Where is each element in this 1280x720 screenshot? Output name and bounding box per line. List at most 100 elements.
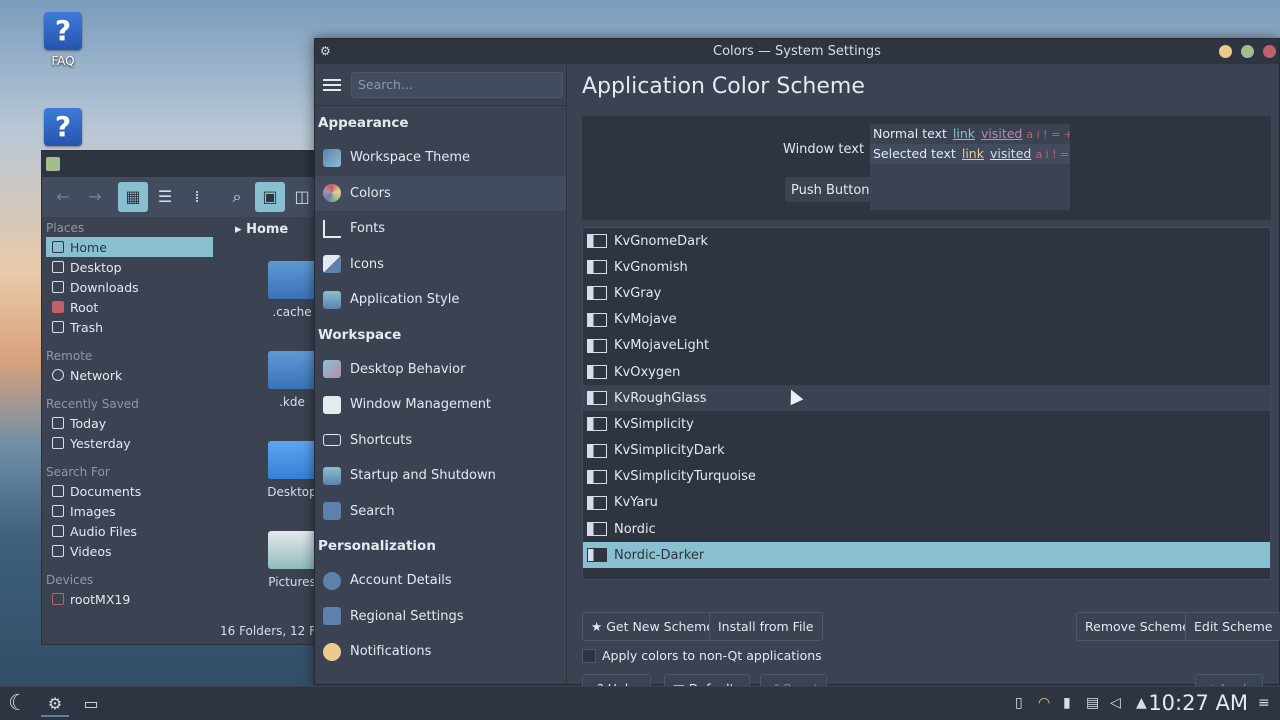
apply-non-qt-checkbox[interactable]	[582, 649, 596, 663]
scheme-item[interactable]: KvRoughGlass	[583, 385, 1270, 412]
search-documents[interactable]: Documents	[46, 481, 213, 501]
preview-icon[interactable]: ▣	[255, 182, 285, 212]
sidebar-item-colors[interactable]: Colors	[315, 175, 566, 211]
scheme-item[interactable]: KvSimplicityTurquoise	[583, 464, 1270, 490]
scheme-list[interactable]: KvGnomeDark KvGnomish KvGray KvMojave KvMoja…	[582, 227, 1271, 580]
scheme-item[interactable]: KvOxygen	[583, 359, 1270, 385]
sidebar-item-application-style[interactable]: Application Style	[315, 282, 566, 318]
search-images[interactable]: Images	[46, 501, 213, 521]
back-icon[interactable]: ←	[48, 182, 78, 212]
scheme-item[interactable]: KvGray	[583, 280, 1270, 306]
sidebar-item-account-details[interactable]: Account Details	[315, 563, 566, 599]
scheme-item[interactable]: Nordic	[583, 516, 1270, 542]
scheme-swatch-icon	[587, 286, 607, 301]
scheme-label: KvSimplicity	[614, 416, 694, 432]
menu-icon[interactable]: ≡	[1258, 695, 1270, 711]
sidebar-item-desktop-behavior[interactable]: Desktop Behavior	[315, 352, 566, 388]
edit-scheme-button[interactable]: Edit Scheme	[1185, 612, 1280, 641]
search-audio[interactable]: Audio Files	[46, 521, 213, 541]
place-network[interactable]: Network	[46, 365, 213, 385]
application-launcher-icon[interactable]: ☾	[4, 691, 32, 717]
close-icon[interactable]	[1263, 45, 1276, 58]
music-icon	[52, 525, 64, 537]
scheme-swatch-icon	[587, 312, 607, 327]
scheme-label: Nordic	[614, 521, 656, 537]
colors-icon	[323, 184, 341, 203]
preview-view: Normal text link visited a i ! = + Selected…	[870, 124, 1070, 210]
recent-yesterday[interactable]: Yesterday	[46, 433, 213, 453]
remove-scheme-button[interactable]: Remove Scheme	[1076, 612, 1199, 641]
icons-icon	[323, 255, 341, 274]
install-from-file-button[interactable]: Install from File	[709, 612, 823, 641]
split-view-icon[interactable]: ◫	[287, 182, 317, 212]
sidebar-item-notifications[interactable]: Notifications	[315, 634, 566, 670]
scheme-item[interactable]: KvYaru	[583, 490, 1270, 516]
volume-icon[interactable]: ◁	[1110, 695, 1121, 711]
faq-desktop-icon[interactable]: ? FAQ	[33, 12, 93, 68]
keyboard-icon	[323, 434, 341, 447]
scheme-item[interactable]: KvGnomeDark	[583, 228, 1270, 254]
preview-push-button: Push Button	[784, 176, 877, 203]
drive-icon	[52, 593, 64, 605]
recent-today[interactable]: Today	[46, 413, 213, 433]
scheme-label: KvGnomeDark	[614, 233, 708, 249]
recently-saved-header: Recently Saved	[46, 397, 139, 411]
hamburger-menu-icon[interactable]	[323, 76, 341, 94]
scheme-label: KvRoughGlass	[614, 390, 707, 406]
clipboard-icon[interactable]: ▯	[1015, 695, 1023, 711]
places-panel: Places Home Desktop Downloads Root Trash…	[42, 217, 217, 644]
place-home[interactable]: Home	[46, 237, 213, 257]
network-wifi-icon[interactable]: ◠	[1038, 695, 1050, 711]
place-downloads[interactable]: Downloads	[46, 277, 213, 297]
help-desktop-icon[interactable]: ?	[33, 108, 93, 150]
icons-view-icon[interactable]: ▦	[118, 182, 148, 212]
sidebar-item-startup-shutdown[interactable]: Startup and Shutdown	[315, 458, 566, 494]
settings-app-icon: ⚙	[320, 44, 331, 58]
file-manager-titlebar[interactable]	[42, 151, 330, 177]
clock[interactable]: 10:27 AM	[1148, 691, 1248, 715]
apply-non-qt-label: Apply colors to non-Qt applications	[602, 648, 822, 663]
forward-icon[interactable]: →	[80, 182, 110, 212]
sidebar-item-search[interactable]: Search	[315, 494, 566, 530]
scheme-item[interactable]: KvSimplicity	[583, 411, 1270, 437]
scheme-item[interactable]: Nordic-Darker	[583, 542, 1270, 569]
sidebar-item-shortcuts[interactable]: Shortcuts	[315, 423, 566, 459]
task-system-settings[interactable]: ⚙	[41, 691, 69, 717]
search-videos[interactable]: Videos	[46, 541, 213, 561]
compact-view-icon[interactable]: ⁞	[182, 182, 212, 212]
colors-page: Application Color Scheme Window text Pus…	[568, 64, 1280, 703]
scheme-item[interactable]: KvSimplicityDark	[583, 438, 1270, 464]
sidebar-item-window-management[interactable]: Window Management	[315, 387, 566, 423]
scheme-swatch-icon	[587, 234, 607, 249]
place-trash[interactable]: Trash	[46, 317, 213, 337]
tray-expand-icon[interactable]: ▲	[1136, 695, 1147, 711]
maximize-icon[interactable]	[1241, 45, 1254, 58]
taskbar: ☾ ⚙ ▭ ▯ ◠ ▮ ▤ ◁ ▲ 10:27 AM ≡	[0, 686, 1280, 720]
workspace-theme-icon	[323, 148, 341, 167]
minimize-icon[interactable]	[1219, 45, 1232, 58]
sidebar-item-icons[interactable]: Icons	[315, 247, 566, 283]
place-root[interactable]: Root	[46, 297, 213, 317]
place-desktop[interactable]: Desktop	[46, 257, 213, 277]
system-settings-window: ⚙ Colors — System Settings Search... App…	[314, 38, 1280, 703]
details-view-icon[interactable]: ☰	[150, 182, 180, 212]
folder-icon	[268, 261, 316, 299]
trash-icon	[52, 321, 64, 333]
scheme-item[interactable]: KvGnomish	[583, 254, 1270, 280]
scheme-item[interactable]: KvMojave	[583, 307, 1270, 333]
sidebar-item-workspace-theme[interactable]: Workspace Theme	[315, 140, 566, 176]
sidebar-item-fonts[interactable]: Fonts	[315, 211, 566, 247]
sidebar-item-regional-settings[interactable]: Regional Settings	[315, 599, 566, 635]
storage-icon[interactable]: ▤	[1086, 695, 1099, 711]
device-rootmx19[interactable]: rootMX19	[46, 589, 213, 609]
window-titlebar[interactable]: ⚙ Colors — System Settings	[315, 39, 1279, 64]
get-new-scheme-button[interactable]: ★ Get New Scheme	[582, 612, 723, 641]
search-input[interactable]: Search...	[351, 72, 563, 98]
task-file-manager[interactable]: ▭	[77, 691, 105, 717]
window-title: Colors — System Settings	[713, 44, 881, 59]
application-style-icon	[323, 290, 341, 309]
scheme-item[interactable]: KvMojaveLight	[583, 333, 1270, 359]
breadcrumb[interactable]: ▸ Home	[235, 222, 288, 237]
search-icon[interactable]: ⌕	[222, 182, 252, 212]
battery-icon[interactable]: ▮	[1063, 695, 1071, 711]
